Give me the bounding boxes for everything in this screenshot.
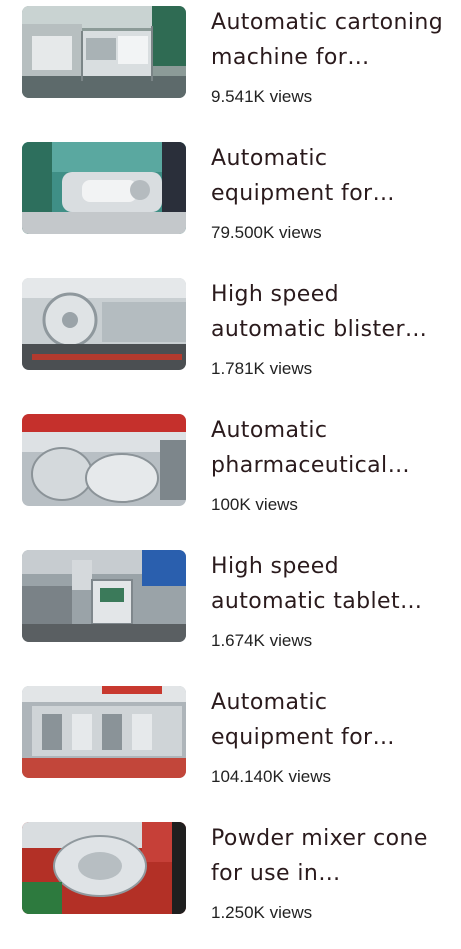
video-item[interactable]: Automatic pharmaceutical mixing equipmen… [0, 411, 461, 541]
video-title[interactable]: Automatic cartoning machine for pharmace… [211, 5, 451, 75]
video-title[interactable]: High speed automatic tablet press machin… [211, 549, 451, 619]
video-item[interactable]: Automatic equipment for pharmaceutical p… [0, 139, 461, 269]
video-title[interactable]: Automatic equipment for pharmaceutical p… [211, 141, 451, 211]
video-thumbnail[interactable] [22, 142, 186, 234]
video-title[interactable]: Automatic equipment for ampoule filling [211, 685, 451, 755]
view-count: 1.781K views [211, 359, 313, 378]
video-item[interactable]: Automatic equipment for ampoule filling … [0, 683, 461, 813]
video-title[interactable]: High speed automatic blister packing mac… [211, 277, 451, 347]
video-item[interactable]: Automatic cartoning machine for pharmace… [0, 3, 461, 133]
view-count: 1.250K views [211, 903, 313, 922]
video-thumbnail[interactable] [22, 278, 186, 370]
view-count: 79.500K views [211, 223, 322, 242]
view-count: 9.541K views [211, 87, 313, 106]
view-count: 100K views [211, 495, 298, 514]
view-count: 1.674K views [211, 631, 313, 650]
video-thumbnail[interactable] [22, 6, 186, 98]
video-item[interactable]: High speed automatic blister packing mac… [0, 275, 461, 405]
video-title[interactable]: Automatic pharmaceutical mixing equipmen… [211, 413, 451, 483]
video-item[interactable]: High speed automatic tablet press machin… [0, 547, 461, 677]
video-thumbnail[interactable] [22, 414, 186, 506]
video-thumbnail[interactable] [22, 686, 186, 778]
view-count: 104.140K views [211, 767, 332, 786]
video-title[interactable]: Powder mixer cone for use in pharmaceuti… [211, 821, 451, 891]
video-thumbnail[interactable] [22, 550, 186, 642]
video-item[interactable]: Powder mixer cone for use in pharmaceuti… [0, 819, 461, 949]
video-thumbnail[interactable] [22, 822, 186, 914]
